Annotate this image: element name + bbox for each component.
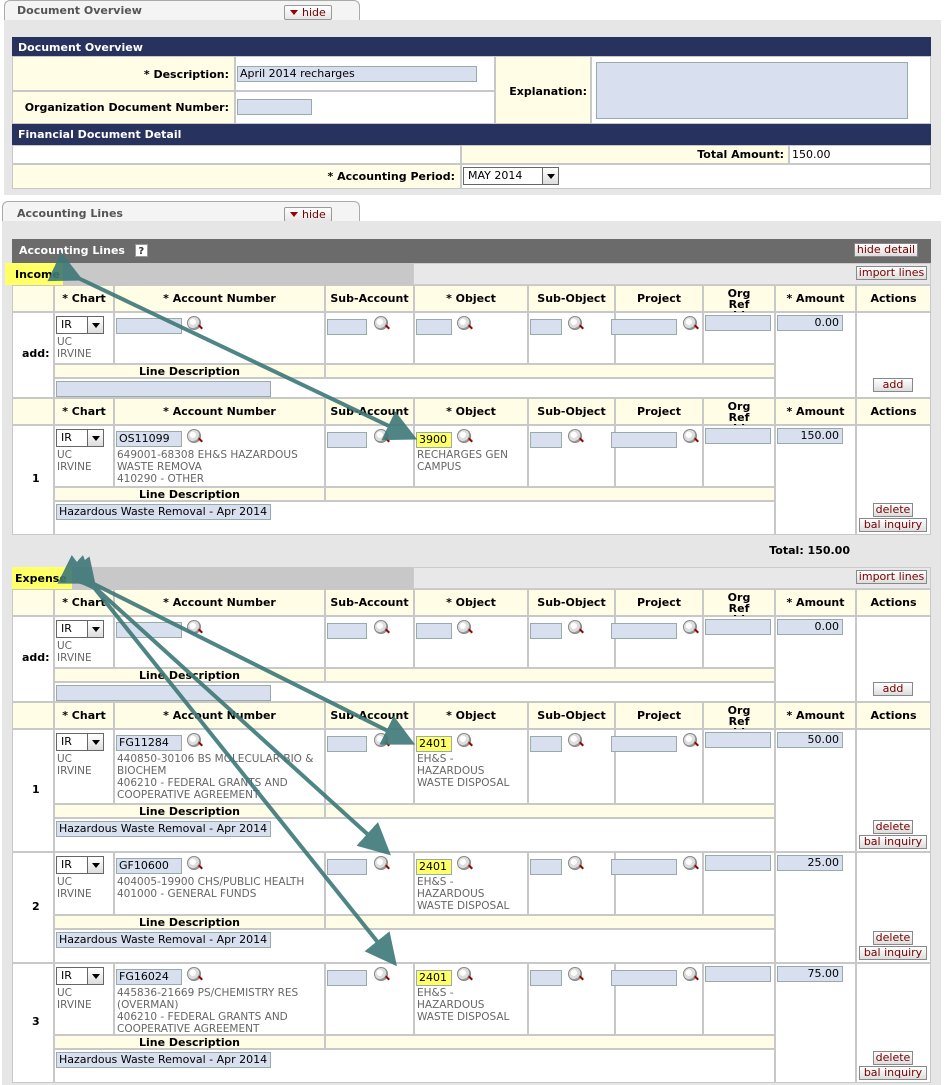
arrow-income-object (47, 252, 418, 441)
arrow-expense-object-3 (64, 556, 397, 967)
arrow-expense-object-2 (61, 555, 391, 856)
arrow-expense-object-1 (57, 554, 416, 745)
annotation-arrows (47, 252, 418, 967)
